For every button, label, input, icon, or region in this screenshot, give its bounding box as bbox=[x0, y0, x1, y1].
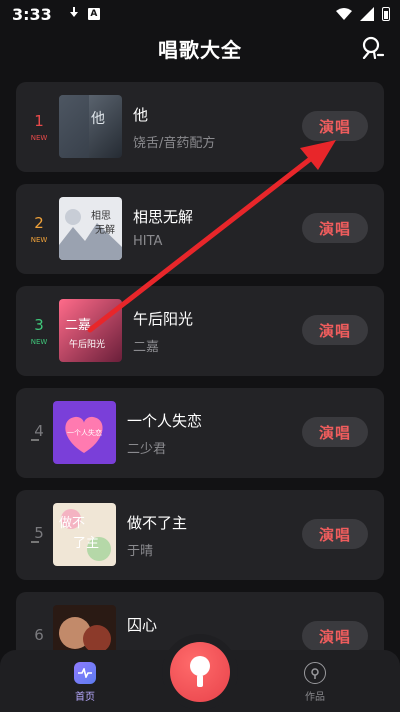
sing-mic-button[interactable] bbox=[170, 642, 230, 702]
sing-button[interactable]: 演唱 bbox=[302, 417, 368, 447]
svg-text:他: 他 bbox=[91, 111, 105, 127]
song-card[interactable]: 4 一个人失恋 一个人失恋 二少君 演唱 bbox=[16, 388, 384, 478]
rank-new-badge: NEW bbox=[30, 134, 48, 142]
sing-button[interactable]: 演唱 bbox=[302, 621, 368, 651]
rank-number: 3 bbox=[34, 316, 44, 334]
album-cover: 一个人失恋 bbox=[53, 401, 116, 464]
wifi-icon bbox=[336, 8, 352, 20]
nav-home-label: 首页 bbox=[75, 692, 95, 703]
svg-text:无解: 无解 bbox=[95, 223, 115, 236]
sing-button[interactable]: 演唱 bbox=[302, 315, 368, 345]
nav-home[interactable]: 首页 bbox=[50, 662, 120, 706]
svg-text:二嘉: 二嘉 bbox=[65, 318, 91, 333]
song-card[interactable]: 1 NEW 他 他 饶舌/音药配方 演唱 bbox=[16, 82, 384, 172]
microphone-icon bbox=[190, 656, 210, 687]
song-title: 囚心 bbox=[127, 616, 158, 634]
song-title: 午后阳光 bbox=[133, 310, 194, 328]
app-header: 唱歌大全 bbox=[0, 28, 400, 68]
svg-text:了主: 了主 bbox=[73, 536, 99, 551]
nav-works[interactable]: 作品 bbox=[280, 662, 350, 706]
song-artist: 于晴 bbox=[127, 544, 154, 559]
sing-button[interactable]: 演唱 bbox=[302, 213, 368, 243]
song-title: 一个人失恋 bbox=[127, 412, 203, 430]
status-bar: 3:33 A bbox=[0, 0, 400, 28]
battery-icon bbox=[382, 7, 390, 21]
song-title: 做不了主 bbox=[127, 514, 188, 532]
rank-number: 4 bbox=[34, 422, 44, 440]
svg-text:午后阳光: 午后阳光 bbox=[69, 338, 105, 350]
svg-text:一个人失恋: 一个人失恋 bbox=[67, 428, 102, 437]
svg-text:做不: 做不 bbox=[59, 516, 85, 531]
a-app-icon: A bbox=[87, 8, 100, 20]
rank-dash bbox=[31, 439, 39, 441]
rank-new-badge: NEW bbox=[30, 338, 48, 346]
rank-dash bbox=[31, 541, 39, 543]
rank-number: 2 bbox=[34, 214, 44, 232]
song-artist: HITA bbox=[133, 234, 163, 249]
nav-works-label: 作品 bbox=[305, 692, 325, 703]
page-title: 唱歌大全 bbox=[158, 38, 242, 62]
rank-new-badge: NEW bbox=[30, 236, 48, 244]
status-time: 3:33 bbox=[12, 4, 52, 24]
album-cover: 二嘉 午后阳光 bbox=[59, 299, 122, 362]
song-artist: 二嘉 bbox=[133, 340, 160, 355]
signal-icon bbox=[360, 7, 374, 21]
profile-icon bbox=[362, 36, 384, 59]
svg-text:相思: 相思 bbox=[91, 209, 111, 222]
song-artist: 饶舌/音药配方 bbox=[133, 136, 216, 151]
status-right-icons bbox=[336, 7, 390, 21]
download-icon bbox=[68, 7, 80, 21]
works-icon bbox=[304, 662, 326, 684]
song-artist: 二少君 bbox=[127, 442, 167, 457]
song-card[interactable]: 2 NEW 相思 无解 相思无解 HITA 演唱 bbox=[16, 184, 384, 274]
album-cover: 他 bbox=[59, 95, 122, 158]
sing-button[interactable]: 演唱 bbox=[302, 111, 368, 141]
song-card[interactable]: 3 NEW 二嘉 午后阳光 午后阳光 二嘉 演唱 bbox=[16, 286, 384, 376]
song-title: 他 bbox=[133, 106, 149, 124]
rank-number: 6 bbox=[34, 626, 44, 644]
rank-number: 5 bbox=[34, 524, 44, 542]
status-left-icons: A bbox=[68, 7, 100, 21]
album-cover: 相思 无解 bbox=[59, 197, 122, 260]
album-cover: 做不 了主 bbox=[53, 503, 116, 566]
profile-button[interactable] bbox=[358, 33, 386, 61]
rank-number: 1 bbox=[34, 112, 44, 130]
song-card[interactable]: 5 做不 了主 做不了主 于晴 演唱 bbox=[16, 490, 384, 580]
sing-button[interactable]: 演唱 bbox=[302, 519, 368, 549]
home-icon bbox=[74, 662, 96, 684]
song-title: 相思无解 bbox=[133, 208, 194, 226]
